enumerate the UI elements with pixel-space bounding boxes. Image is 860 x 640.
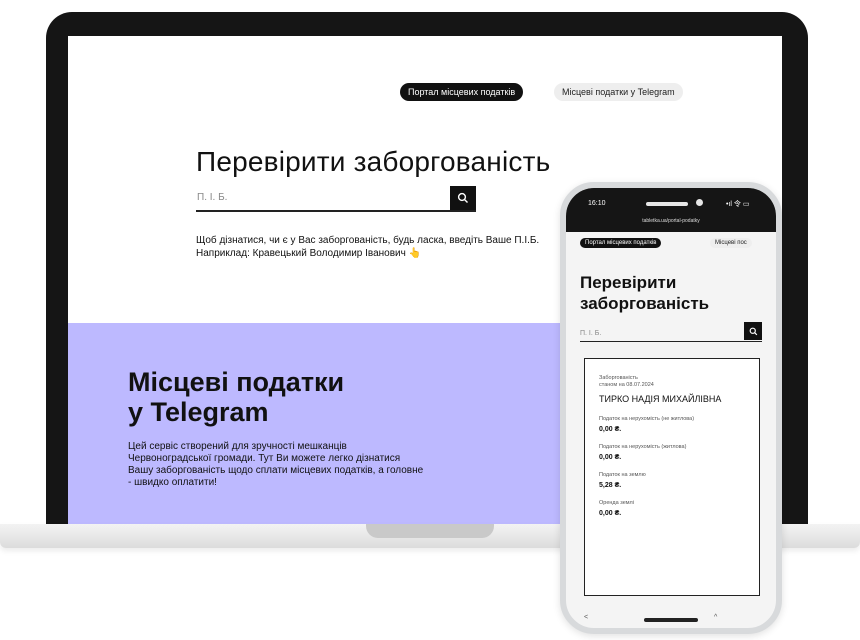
search-button[interactable] (450, 186, 476, 210)
phone-status-bar: 16:10 •ıl 令 ▭ tabletka.ua/portal-podatky (566, 188, 776, 232)
tax-row-value: 0,00 ₴. (599, 426, 622, 433)
search-field (196, 186, 476, 212)
mobile-nav-telegram-button[interactable]: Місцеві пос (710, 238, 752, 248)
mobile-nav: Портал місцевих податків Місцеві пос (580, 238, 776, 252)
back-button[interactable]: < (584, 614, 588, 621)
phone-frame: 16:10 •ıl 令 ▭ tabletka.ua/portal-podatky… (560, 182, 782, 634)
search-icon (457, 192, 468, 203)
search-hint: Щоб дізнатися, чи є у Вас заборгованість… (196, 235, 540, 259)
tax-row-value: 0,00 ₴. (599, 454, 622, 461)
taxpayer-name: ТИРКО НАДІЯ МИХАЙЛІВНА (599, 394, 722, 404)
laptop-notch (366, 524, 494, 538)
tax-row-label: Податок на нерухомість (житлова) (599, 444, 687, 450)
tax-row-value: 5,28 ₴. (599, 482, 622, 489)
address-bar[interactable]: tabletka.ua/portal-podatky (566, 218, 776, 224)
debt-caption-line1: Заборгованість (599, 375, 638, 381)
tax-row-value: 0,00 ₴. (599, 510, 622, 517)
debt-result-card: Заборгованість станом на 08.07.2024 ТИРК… (584, 358, 760, 596)
telegram-title-line1: Місцеві податки (128, 367, 345, 397)
telegram-description: Цей сервіс створений для зручності мешка… (128, 441, 424, 488)
camera-dot (696, 199, 703, 206)
dynamic-island (646, 202, 688, 206)
telegram-title: Місцеві податки у Telegram (128, 367, 448, 427)
mobile-search-button[interactable] (744, 322, 762, 340)
home-indicator[interactable] (644, 618, 698, 622)
nav-portal-button[interactable]: Портал місцевих податків (400, 83, 524, 101)
mobile-search-input[interactable] (580, 324, 730, 343)
nav-telegram-button[interactable]: Місцеві податки у Telegram (554, 83, 683, 101)
signal-icon: •ıl 令 ▭ (726, 201, 750, 208)
mobile-search-field (580, 322, 762, 343)
mobile-nav-portal-button[interactable]: Портал місцевих податків (580, 238, 662, 248)
debt-caption-line2: станом на 08.07.2024 (599, 382, 654, 388)
search-input[interactable] (196, 186, 436, 208)
tax-row-label: Податок на землю (599, 472, 646, 478)
tax-row-label: Оренда землі (599, 500, 634, 506)
tax-row-label: Податок на нерухомість (не житлова) (599, 416, 695, 422)
status-time: 16:10 (588, 200, 606, 207)
search-icon (749, 327, 757, 335)
telegram-title-line2: у Telegram (128, 397, 269, 427)
mobile-page-title: Перевірити заборгованість (580, 273, 710, 313)
share-button[interactable]: ^ (714, 614, 717, 621)
page-title: Перевірити заборгованість (196, 146, 551, 177)
